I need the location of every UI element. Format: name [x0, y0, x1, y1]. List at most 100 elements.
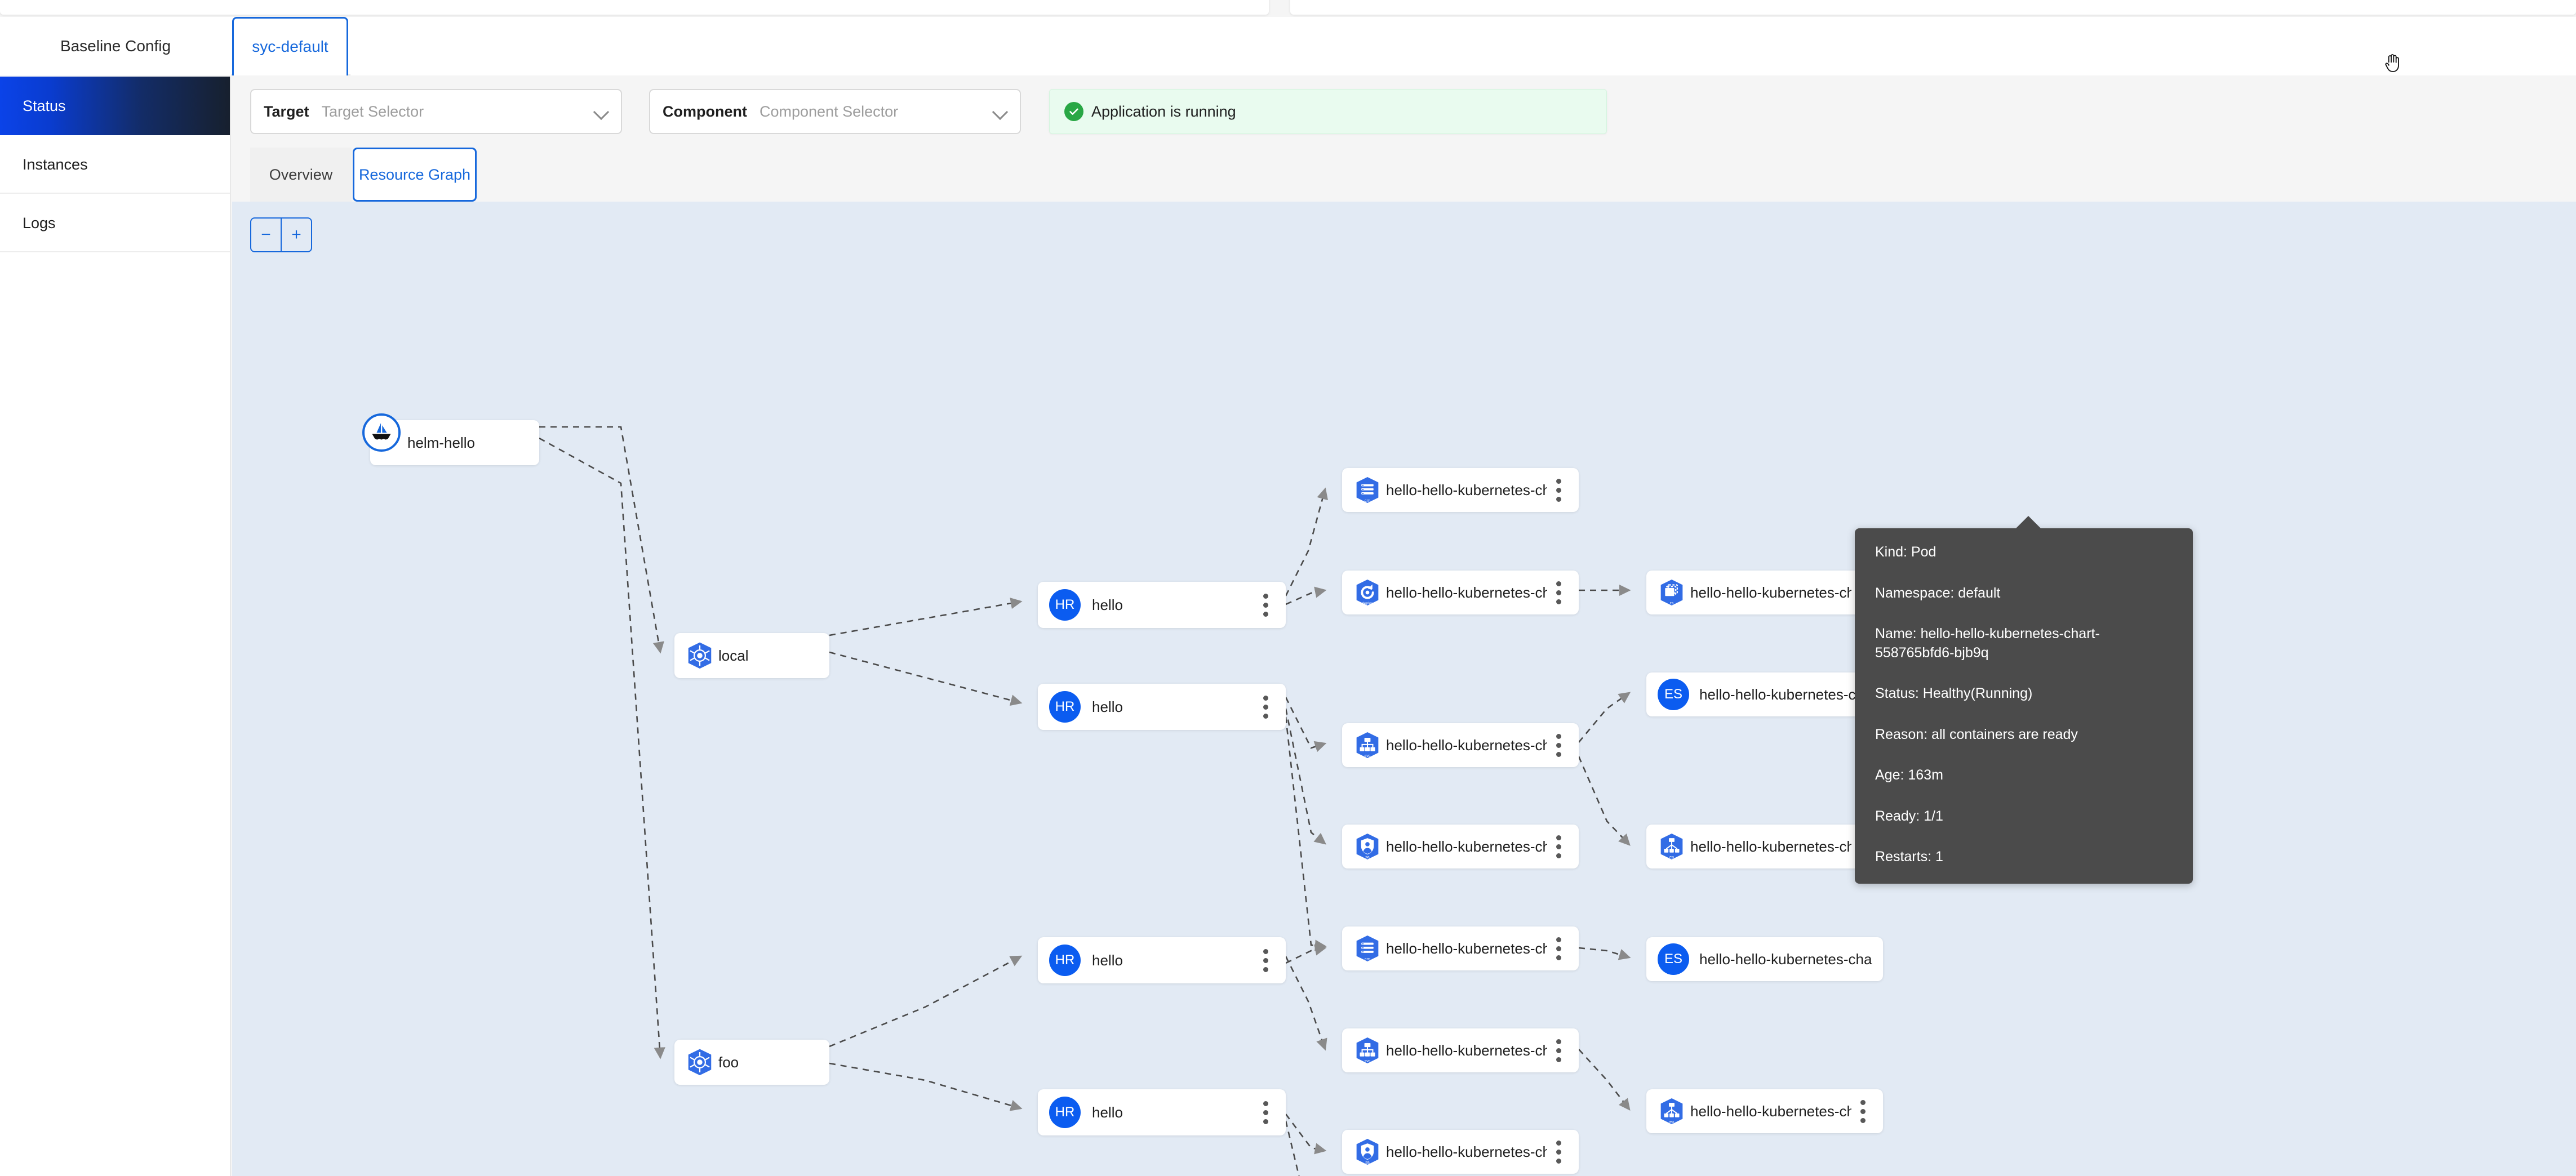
graph-node-label: hello-hello-kubernetes-cha: [1699, 950, 1872, 968]
svg-text:sa: sa: [1365, 854, 1370, 859]
graph-node-configmap[interactable]: cm hello-hello-kubernetes-cha: [1342, 926, 1579, 970]
graph-node-endpoints[interactable]: ep hello-hello-kubernetes-cha: [1646, 825, 1883, 868]
node-menu-button[interactable]: [1547, 1140, 1570, 1164]
graph-node-helmrelease[interactable]: HR hello: [1038, 684, 1286, 730]
graph-node-helmrelease[interactable]: HR hello: [1038, 582, 1286, 628]
sidebar-item-status[interactable]: Status: [0, 77, 230, 135]
sidebar-item-logs[interactable]: Logs: [0, 194, 230, 252]
graph-node-externalsecret[interactable]: ES hello-hello-kubernetes-cha: [1646, 937, 1883, 981]
endpoints-icon: ep: [1656, 831, 1687, 862]
tab-baseline-config[interactable]: Baseline Config: [0, 17, 231, 75]
hand-cursor-icon: [2382, 51, 2405, 78]
graph-node-helm-release[interactable]: helm-hello: [362, 413, 539, 465]
tab-bar-fill: [350, 17, 2576, 75]
node-menu-button[interactable]: [1547, 581, 1570, 604]
graph-node-serviceaccount[interactable]: sa hello-hello-kubernetes-cha: [1342, 825, 1579, 868]
graph-node-label: hello-hello-kubernetes-cha: [1690, 583, 1851, 601]
tab-syc-default[interactable]: syc-default: [232, 17, 348, 75]
component-value: Component Selector: [759, 103, 899, 120]
graph-node-helmrelease[interactable]: HR hello: [1038, 937, 1286, 983]
top-panel-right: [1290, 0, 2576, 15]
tooltip-reason: Reason: all containers are ready: [1875, 726, 2078, 742]
endpoints-icon: ep: [1656, 1096, 1687, 1126]
node-menu-button[interactable]: [1547, 733, 1570, 757]
subtab-resource-graph[interactable]: Resource Graph: [353, 148, 477, 202]
svg-text:deploy: deploy: [1362, 602, 1374, 605]
tooltip-age: Age: 163m: [1875, 767, 1943, 783]
tooltip-namespace: Namespace: default: [1875, 585, 2001, 601]
status-text: Application is running: [1091, 103, 1236, 120]
graph-node-label: hello: [1092, 1103, 1123, 1121]
graph-node-replicaset[interactable]: rs hello-hello-kubernetes-cha: [1646, 571, 1883, 614]
node-menu-button[interactable]: [1254, 948, 1277, 972]
graph-node-deployment[interactable]: deploy hello-hello-kubernetes-cha: [1342, 571, 1579, 614]
graph-node-label: hello-hello-kubernetes-cha: [1386, 583, 1547, 601]
sidebar-item-instances[interactable]: Instances: [0, 135, 230, 194]
zoom-controls: − +: [250, 217, 312, 252]
graph-node-cluster-local[interactable]: local: [674, 633, 829, 678]
graph-node-label: hello: [1092, 951, 1123, 969]
tooltip-name: Name: hello-hello-kubernetes-chart-55876…: [1875, 626, 2100, 661]
target-value: Target Selector: [321, 103, 424, 120]
node-menu-button[interactable]: [1547, 937, 1570, 960]
service-icon: svc: [1352, 730, 1383, 760]
kubernetes-icon: [685, 640, 715, 671]
tooltip-ready: Ready: 1/1: [1875, 808, 1943, 824]
svg-text:sa: sa: [1365, 1160, 1370, 1165]
node-menu-button[interactable]: [1851, 1099, 1874, 1123]
graph-node-helmrelease[interactable]: HR hello: [1038, 1089, 1286, 1135]
target-selector[interactable]: Target Target Selector: [250, 89, 622, 134]
configmap-icon: cm: [1352, 933, 1383, 964]
configmap-icon: cm: [1352, 475, 1383, 505]
pod-detail-tooltip: Kind: Pod Namespace: default Name: hello…: [1855, 516, 2193, 884]
top-panel-left: [0, 0, 1269, 15]
graph-node-serviceaccount[interactable]: sa hello-hello-kubernetes-cha: [1342, 1130, 1579, 1174]
graph-node-label: hello-hello-kubernetes-cha: [1690, 1102, 1851, 1120]
serviceaccount-icon: sa: [1352, 831, 1383, 862]
sidebar: Status Instances Logs: [0, 77, 231, 1176]
graph-node-cluster-foo[interactable]: foo: [674, 1040, 829, 1085]
es-badge-icon: ES: [1658, 943, 1689, 975]
zoom-in-button[interactable]: +: [282, 219, 311, 251]
svg-text:ep: ep: [1669, 1119, 1674, 1124]
graph-node-label: hello-hello-kubernetes-cha: [1386, 939, 1547, 957]
node-menu-button[interactable]: [1254, 1101, 1277, 1124]
graph-node-label: helm-hello: [407, 434, 475, 451]
svg-text:svc: svc: [1365, 1058, 1371, 1063]
component-label: Component: [663, 103, 747, 120]
tooltip-status: Status: Healthy(Running): [1875, 685, 2033, 701]
content-area: Target Target Selector Component Compone…: [232, 77, 2576, 1176]
hr-badge-icon: HR: [1049, 589, 1081, 621]
graph-node-label: hello-hello-kubernetes-cha: [1386, 838, 1547, 855]
node-menu-button[interactable]: [1254, 593, 1277, 617]
graph-node-label: hello-hello-kubernetes-cha: [1386, 481, 1547, 498]
serviceaccount-icon: sa: [1352, 1137, 1383, 1167]
svg-text:ep: ep: [1669, 854, 1674, 859]
graph-node-service[interactable]: svc hello-hello-kubernetes-cha: [1342, 723, 1579, 767]
svg-text:cm: cm: [1365, 956, 1370, 961]
replicaset-icon: rs: [1656, 577, 1687, 608]
node-menu-button[interactable]: [1547, 1039, 1570, 1062]
graph-node-label: hello-hello-kubernetes-cha: [1386, 1041, 1547, 1059]
graph-node-configmap[interactable]: cm hello-hello-kubernetes-cha: [1342, 468, 1579, 512]
node-menu-button[interactable]: [1547, 478, 1570, 502]
resource-graph-canvas[interactable]: − + helm-hello local foo HR hello HR hel…: [232, 202, 2576, 1176]
graph-node-label: hello: [1092, 698, 1123, 715]
graph-node-label: foo: [718, 1053, 739, 1071]
window-top-strip: [0, 0, 2576, 17]
graph-node-endpoints[interactable]: ep hello-hello-kubernetes-cha: [1646, 1089, 1883, 1133]
hr-badge-icon: HR: [1049, 945, 1081, 976]
graph-node-externalsecret[interactable]: ES hello-hello-kubernetes-cha: [1646, 672, 1883, 716]
check-circle-icon: [1064, 102, 1083, 121]
subtab-overview[interactable]: Overview: [250, 148, 352, 202]
svg-text:rs: rs: [1670, 600, 1674, 605]
graph-node-label: hello-hello-kubernetes-cha: [1386, 1143, 1547, 1160]
helm-sailboat-icon: [362, 413, 401, 452]
component-selector[interactable]: Component Component Selector: [649, 89, 1021, 134]
graph-node-service[interactable]: svc hello-hello-kubernetes-cha: [1342, 1028, 1579, 1072]
node-menu-button[interactable]: [1254, 695, 1277, 719]
node-menu-button[interactable]: [1547, 835, 1570, 858]
zoom-out-button[interactable]: −: [251, 219, 282, 251]
tooltip-restarts: Restarts: 1: [1875, 849, 1943, 865]
graph-node-label: local: [718, 647, 749, 664]
